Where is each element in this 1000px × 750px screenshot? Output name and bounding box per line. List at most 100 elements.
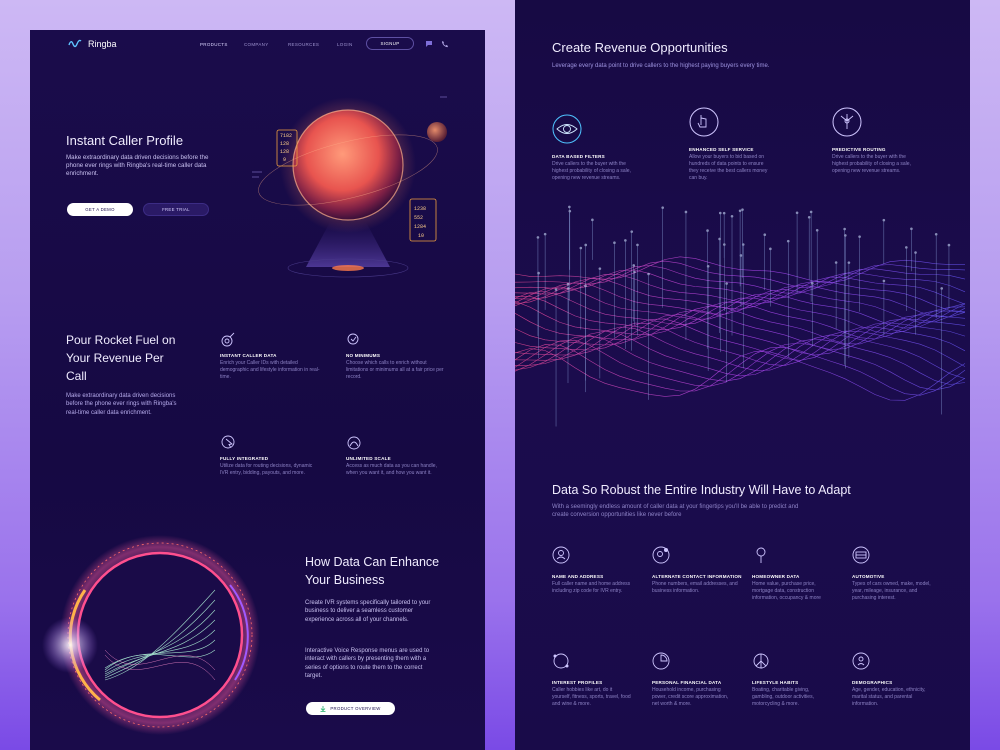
feature-description: Choose which calls to enrich without lim… — [346, 360, 444, 380]
download-icon — [320, 705, 326, 712]
hero-description: Make extraordinary data driven decisions… — [66, 154, 209, 177]
item-lifestyle-habits: LIFESTYLE HABITS Boating, charitable giv… — [752, 652, 832, 708]
data-node — [858, 235, 861, 238]
right-page-panel: Create Revenue Opportunities Leverage ev… — [515, 0, 970, 750]
contact-icon — [652, 546, 670, 564]
brand-name: Ringba — [88, 39, 117, 49]
hud-right-value-2: 552 — [414, 215, 423, 221]
scale-icon — [347, 436, 361, 450]
nav-link-products[interactable]: PRODUCTS — [200, 42, 228, 47]
data-node — [807, 215, 811, 219]
item-title: INTEREST PROFILES — [552, 680, 603, 685]
data-node — [882, 218, 886, 222]
item-interest-profiles: INTEREST PROFILES Caller hobbies like ar… — [552, 652, 632, 708]
interest-icon — [553, 653, 569, 669]
enhance-paragraph-2: Interactive Voice Response menus are use… — [305, 648, 430, 679]
feature-title: FULLY INTEGRATED — [220, 456, 269, 461]
home-pin-icon — [756, 547, 766, 563]
data-node — [809, 210, 813, 214]
item-description: Phone numbers, email addresses, and busi… — [652, 581, 738, 594]
left-page-panel: Ringba PRODUCTS COMPANY RESOURCES LOGIN … — [30, 30, 485, 750]
person-icon — [552, 546, 570, 564]
revenue-title: Create Revenue Opportunities — [552, 40, 728, 55]
data-node — [844, 234, 847, 237]
data-node — [725, 282, 728, 285]
data-node — [636, 243, 639, 247]
data-node — [632, 264, 636, 267]
item-alternate-contact: ALTERNATE CONTACT INFORMATION Phone numb… — [652, 546, 742, 595]
phone-icon[interactable] — [441, 40, 449, 48]
wave-line — [515, 309, 966, 350]
data-node — [584, 284, 587, 288]
caller-data-icon — [221, 332, 235, 347]
hud-right-value-3: 1284 — [414, 224, 426, 230]
data-node — [624, 239, 627, 242]
feature-instant-caller-data: INSTANT CALLER DATA Enrich your Caller I… — [220, 331, 320, 381]
feature-title: ENHANCED SELF SERVICE — [689, 147, 754, 152]
feature-data-based-filters: DATA BASED FILTERS Drive callers to the … — [552, 114, 632, 182]
revenue-description: Leverage every data point to drive calle… — [552, 63, 770, 69]
wave-line — [515, 330, 966, 379]
hud-left-value-3: 128 — [280, 149, 289, 155]
item-personal-financial-data: PERSONAL FINANCIAL DATA Household income… — [652, 652, 732, 708]
product-overview-button[interactable]: PRODUCT OVERVIEW — [306, 702, 395, 715]
item-title: AUTOMOTIVE — [852, 574, 885, 579]
wave-line — [515, 339, 966, 391]
feature-description: Drive callers to the buyer with the high… — [552, 161, 631, 181]
data-node — [543, 232, 547, 236]
data-node — [934, 232, 938, 236]
car-icon — [852, 546, 870, 564]
data-node — [741, 208, 744, 211]
integration-icon — [221, 435, 235, 449]
item-description: Home value, purchase price, mortgage dat… — [752, 581, 821, 601]
data-node — [536, 236, 540, 239]
data-node — [584, 243, 588, 247]
data-node — [947, 243, 951, 247]
item-title: LIFESTYLE HABITS — [752, 680, 799, 685]
feature-fully-integrated: FULLY INTEGRATED Utilize data for routin… — [220, 434, 320, 477]
feature-title: INSTANT CALLER DATA — [220, 353, 277, 358]
data-node — [537, 271, 540, 275]
data-node — [834, 261, 838, 264]
get-demo-button[interactable]: GET A DEMO — [67, 203, 133, 216]
chat-icon[interactable] — [425, 40, 433, 48]
data-node — [598, 267, 602, 270]
data-node — [566, 282, 570, 286]
item-title: PERSONAL FINANCIAL DATA — [652, 680, 722, 685]
item-description: Age, gender, education, ethnicity, marit… — [852, 687, 926, 707]
no-minimums-icon — [347, 333, 359, 345]
feature-description: Enrich your Caller IDs with detailed dem… — [220, 360, 320, 380]
data-node — [568, 205, 571, 209]
free-trial-button[interactable]: FREE TRIAL — [143, 203, 209, 216]
routing-icon — [832, 107, 862, 137]
data-node — [661, 206, 664, 209]
robust-description: With a seemingly endless amount of calle… — [552, 504, 799, 519]
demographics-icon — [852, 652, 870, 670]
nav-link-company[interactable]: COMPANY — [244, 42, 269, 47]
brand-logo[interactable]: Ringba — [68, 39, 117, 49]
feature-description: Utilize data for routing decisions, dyna… — [220, 463, 313, 476]
data-node — [554, 288, 558, 291]
data-node — [630, 230, 634, 233]
wave-line — [515, 344, 966, 396]
signup-button[interactable]: SIGNUP — [366, 37, 414, 50]
data-node — [843, 227, 846, 231]
robust-title: Data So Robust the Entire Industry Will … — [552, 483, 851, 497]
feature-unlimited-scale: UNLIMITED SCALE Access as much data as y… — [346, 434, 446, 477]
data-node — [591, 218, 594, 222]
data-node — [847, 261, 851, 264]
data-landscape-illustration — [515, 205, 966, 427]
item-description: Boating, charitable giving, gambling, ou… — [752, 687, 814, 707]
data-node — [706, 229, 709, 232]
nav-link-resources[interactable]: RESOURCES — [288, 42, 319, 47]
eye-icon — [552, 114, 582, 144]
data-node — [723, 243, 726, 246]
item-homeowner-data: HOMEOWNER DATA Home value, purchase pric… — [752, 546, 832, 602]
data-node — [882, 279, 886, 283]
item-title: ALTERNATE CONTACT INFORMATION — [652, 574, 742, 579]
nav-link-login[interactable]: LOGIN — [337, 42, 353, 47]
feature-title: NO MINIMUMS — [346, 353, 381, 358]
hud-left-value-4: 9 — [283, 157, 286, 163]
enhance-paragraph-1: Create IVR systems specifically tailored… — [305, 600, 431, 623]
wave-line — [515, 318, 966, 361]
